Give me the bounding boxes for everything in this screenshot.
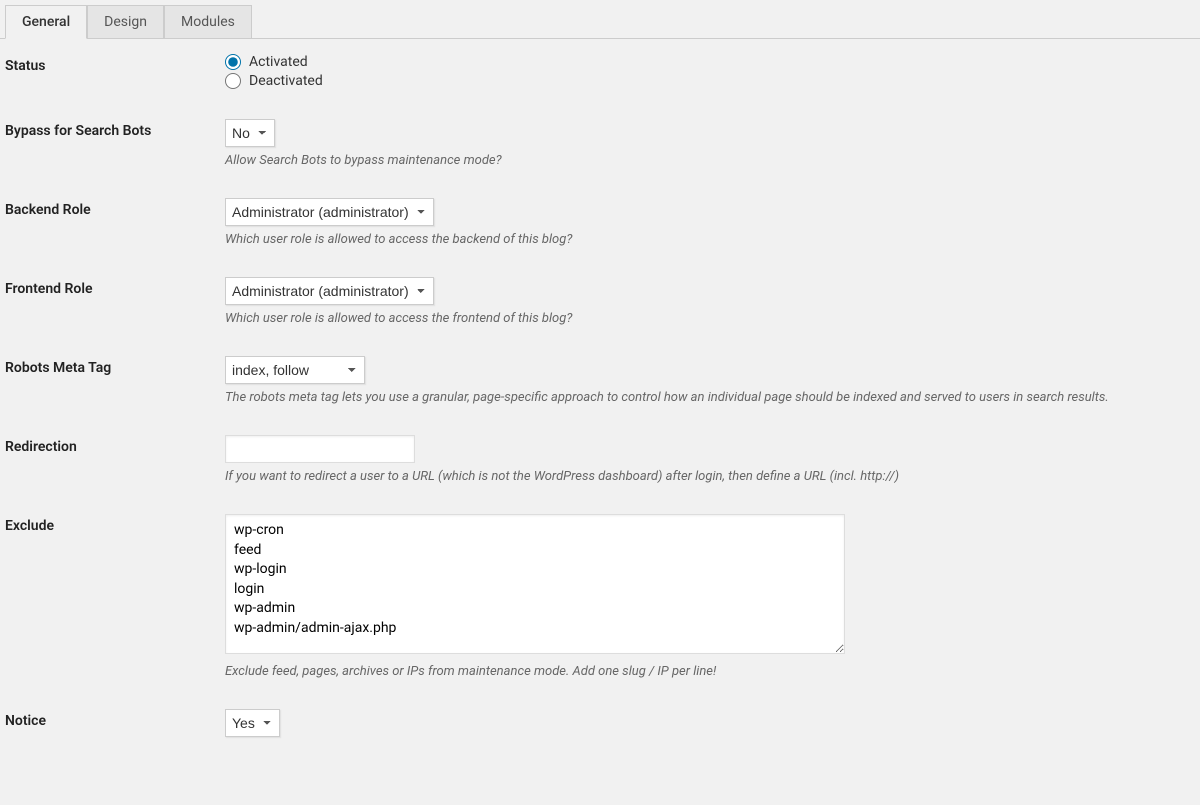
settings-content: Status Activated Deactivated Bypass for … <box>0 39 1200 772</box>
label-bypass: Bypass for Search Bots <box>5 119 225 139</box>
label-exclude: Exclude <box>5 514 225 534</box>
field-frontend-role: Administrator (administrator) Which user… <box>225 277 1195 326</box>
tab-design[interactable]: Design <box>87 5 164 38</box>
label-redirection: Redirection <box>5 435 225 455</box>
label-backend-role: Backend Role <box>5 198 225 218</box>
field-exclude: wp-cron feed wp-login login wp-admin wp-… <box>225 514 1195 679</box>
desc-frontend-role: Which user role is allowed to access the… <box>225 311 1195 326</box>
row-status: Status Activated Deactivated <box>5 54 1195 89</box>
radio-deactivated[interactable] <box>225 73 241 89</box>
row-backend-role: Backend Role Administrator (administrato… <box>5 198 1195 247</box>
desc-exclude: Exclude feed, pages, archives or IPs fro… <box>225 664 1195 679</box>
desc-redirection: If you want to redirect a user to a URL … <box>225 469 1195 484</box>
row-notice: Notice Yes <box>5 709 1195 737</box>
field-bypass: No Allow Search Bots to bypass maintenan… <box>225 119 1195 168</box>
field-backend-role: Administrator (administrator) Which user… <box>225 198 1195 247</box>
input-redirection[interactable] <box>225 435 415 463</box>
select-notice[interactable]: Yes <box>225 709 280 737</box>
select-frontend-role[interactable]: Administrator (administrator) <box>225 277 434 305</box>
field-robots: index, follow The robots meta tag lets y… <box>225 356 1195 405</box>
desc-bypass: Allow Search Bots to bypass maintenance … <box>225 153 1195 168</box>
radio-option-deactivated: Deactivated <box>225 73 1195 89</box>
label-frontend-role: Frontend Role <box>5 277 225 297</box>
textarea-exclude[interactable]: wp-cron feed wp-login login wp-admin wp-… <box>225 514 845 654</box>
row-frontend-role: Frontend Role Administrator (administrat… <box>5 277 1195 326</box>
row-robots: Robots Meta Tag index, follow The robots… <box>5 356 1195 405</box>
radio-activated[interactable] <box>225 54 241 70</box>
label-notice: Notice <box>5 709 225 729</box>
row-exclude: Exclude wp-cron feed wp-login login wp-a… <box>5 514 1195 679</box>
radio-option-activated: Activated <box>225 54 1195 70</box>
row-redirection: Redirection If you want to redirect a us… <box>5 435 1195 484</box>
field-status: Activated Deactivated <box>225 54 1195 89</box>
tab-modules[interactable]: Modules <box>164 5 252 38</box>
select-backend-role[interactable]: Administrator (administrator) <box>225 198 434 226</box>
field-redirection: If you want to redirect a user to a URL … <box>225 435 1195 484</box>
label-status: Status <box>5 54 225 74</box>
field-notice: Yes <box>225 709 1195 737</box>
desc-backend-role: Which user role is allowed to access the… <box>225 232 1195 247</box>
select-bypass[interactable]: No <box>225 119 275 147</box>
select-robots[interactable]: index, follow <box>225 356 365 384</box>
radio-deactivated-label: Deactivated <box>249 73 323 89</box>
row-bypass: Bypass for Search Bots No Allow Search B… <box>5 119 1195 168</box>
label-robots: Robots Meta Tag <box>5 356 225 376</box>
settings-tabs: General Design Modules <box>0 5 1200 39</box>
status-radio-group: Activated Deactivated <box>225 54 1195 89</box>
tab-general[interactable]: General <box>5 5 87 39</box>
desc-robots: The robots meta tag lets you use a granu… <box>225 390 1195 405</box>
radio-activated-label: Activated <box>249 54 308 70</box>
